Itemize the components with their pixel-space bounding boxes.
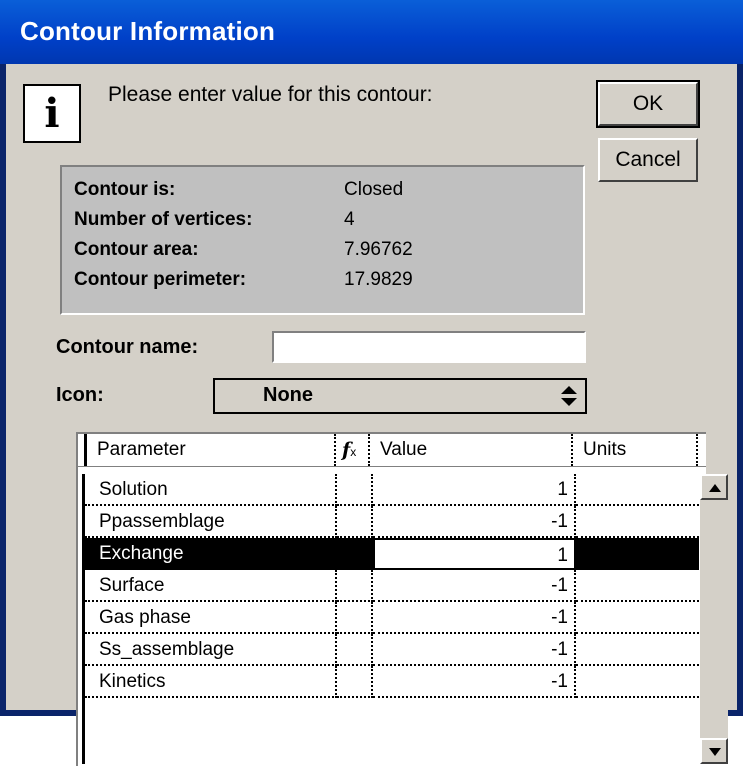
cell-units[interactable]: [576, 666, 699, 698]
cell-units[interactable]: [576, 474, 699, 506]
cell-value-editing[interactable]: 1: [373, 538, 576, 570]
table-row[interactable]: Surface -1: [85, 570, 703, 602]
cell-fx[interactable]: [337, 506, 373, 538]
window-title: Contour Information: [20, 16, 276, 46]
contour-name-label: Contour name:: [56, 336, 199, 358]
info-value: 7.96762: [344, 239, 413, 260]
info-value: Closed: [344, 179, 404, 200]
cancel-button[interactable]: Cancel: [598, 138, 698, 182]
info-label: Contour perimeter:: [74, 269, 247, 290]
ok-button[interactable]: OK: [596, 80, 700, 128]
scroll-down-arrow-icon: [709, 748, 721, 756]
function-icon[interactable]: fx: [336, 434, 370, 466]
cell-value[interactable]: -1: [373, 602, 576, 634]
info-label: Contour is:: [74, 179, 176, 200]
vertical-scrollbar[interactable]: [700, 474, 728, 764]
icon-select-value: None: [263, 384, 313, 406]
contour-name-input[interactable]: [272, 331, 586, 363]
cell-parameter[interactable]: Kinetics: [85, 666, 337, 698]
scroll-up-arrow-icon: [709, 484, 721, 492]
cell-parameter[interactable]: Solution: [85, 474, 337, 506]
cell-parameter[interactable]: Ppassemblage: [85, 506, 337, 538]
header-value[interactable]: Value: [370, 434, 573, 466]
cell-fx[interactable]: [337, 474, 373, 506]
info-label: Number of vertices:: [74, 209, 253, 230]
cell-units[interactable]: [576, 506, 699, 538]
cell-units[interactable]: [576, 602, 699, 634]
icon-select[interactable]: None: [213, 378, 587, 414]
cell-units[interactable]: [576, 538, 699, 570]
cell-parameter[interactable]: Ss_assemblage: [85, 634, 337, 666]
cell-value[interactable]: -1: [373, 666, 576, 698]
title-bar[interactable]: Contour Information: [0, 0, 743, 64]
contour-info-panel: Contour is: Closed Number of vertices: 4…: [60, 165, 585, 315]
header-units[interactable]: Units: [573, 434, 698, 466]
cell-parameter[interactable]: Gas phase: [85, 602, 337, 634]
cell-fx[interactable]: [337, 602, 373, 634]
table-row-selected[interactable]: Exchange 1: [85, 538, 703, 570]
cell-value[interactable]: -1: [373, 634, 576, 666]
dialog-client-area: i Please enter value for this contour: O…: [6, 64, 737, 766]
up-down-arrows-icon: [561, 386, 577, 406]
table-body: Solution 1 Ppassemblage -1 Exchange 1 Su…: [82, 474, 699, 764]
contour-information-dialog: Contour Information i Please enter value…: [0, 0, 743, 766]
scroll-down-button[interactable]: [700, 738, 728, 764]
cell-units[interactable]: [576, 634, 699, 666]
cell-parameter[interactable]: Surface: [85, 570, 337, 602]
prompt-text: Please enter value for this contour:: [108, 83, 433, 106]
cell-fx[interactable]: [337, 538, 373, 570]
cell-value[interactable]: 1: [373, 474, 576, 506]
table-row[interactable]: Ppassemblage -1: [85, 506, 703, 538]
header-parameter[interactable]: Parameter: [84, 434, 336, 466]
info-value: 4: [344, 209, 355, 230]
cell-units[interactable]: [576, 570, 699, 602]
info-value: 17.9829: [344, 269, 413, 290]
info-label: Contour area:: [74, 239, 199, 260]
table-row[interactable]: Solution 1: [85, 474, 703, 506]
icon-label: Icon:: [56, 384, 104, 406]
table-row[interactable]: Kinetics -1: [85, 666, 703, 698]
info-icon: i: [23, 84, 81, 143]
table-row[interactable]: Gas phase -1: [85, 602, 703, 634]
cell-value[interactable]: -1: [373, 506, 576, 538]
cell-value[interactable]: -1: [373, 570, 576, 602]
cell-fx[interactable]: [337, 634, 373, 666]
cell-parameter[interactable]: Exchange: [85, 538, 337, 570]
table-row[interactable]: Ss_assemblage -1: [85, 634, 703, 666]
table-header: Parameter fx Value Units: [78, 434, 706, 467]
cell-fx[interactable]: [337, 666, 373, 698]
scroll-up-button[interactable]: [700, 474, 728, 500]
cell-fx[interactable]: [337, 570, 373, 602]
